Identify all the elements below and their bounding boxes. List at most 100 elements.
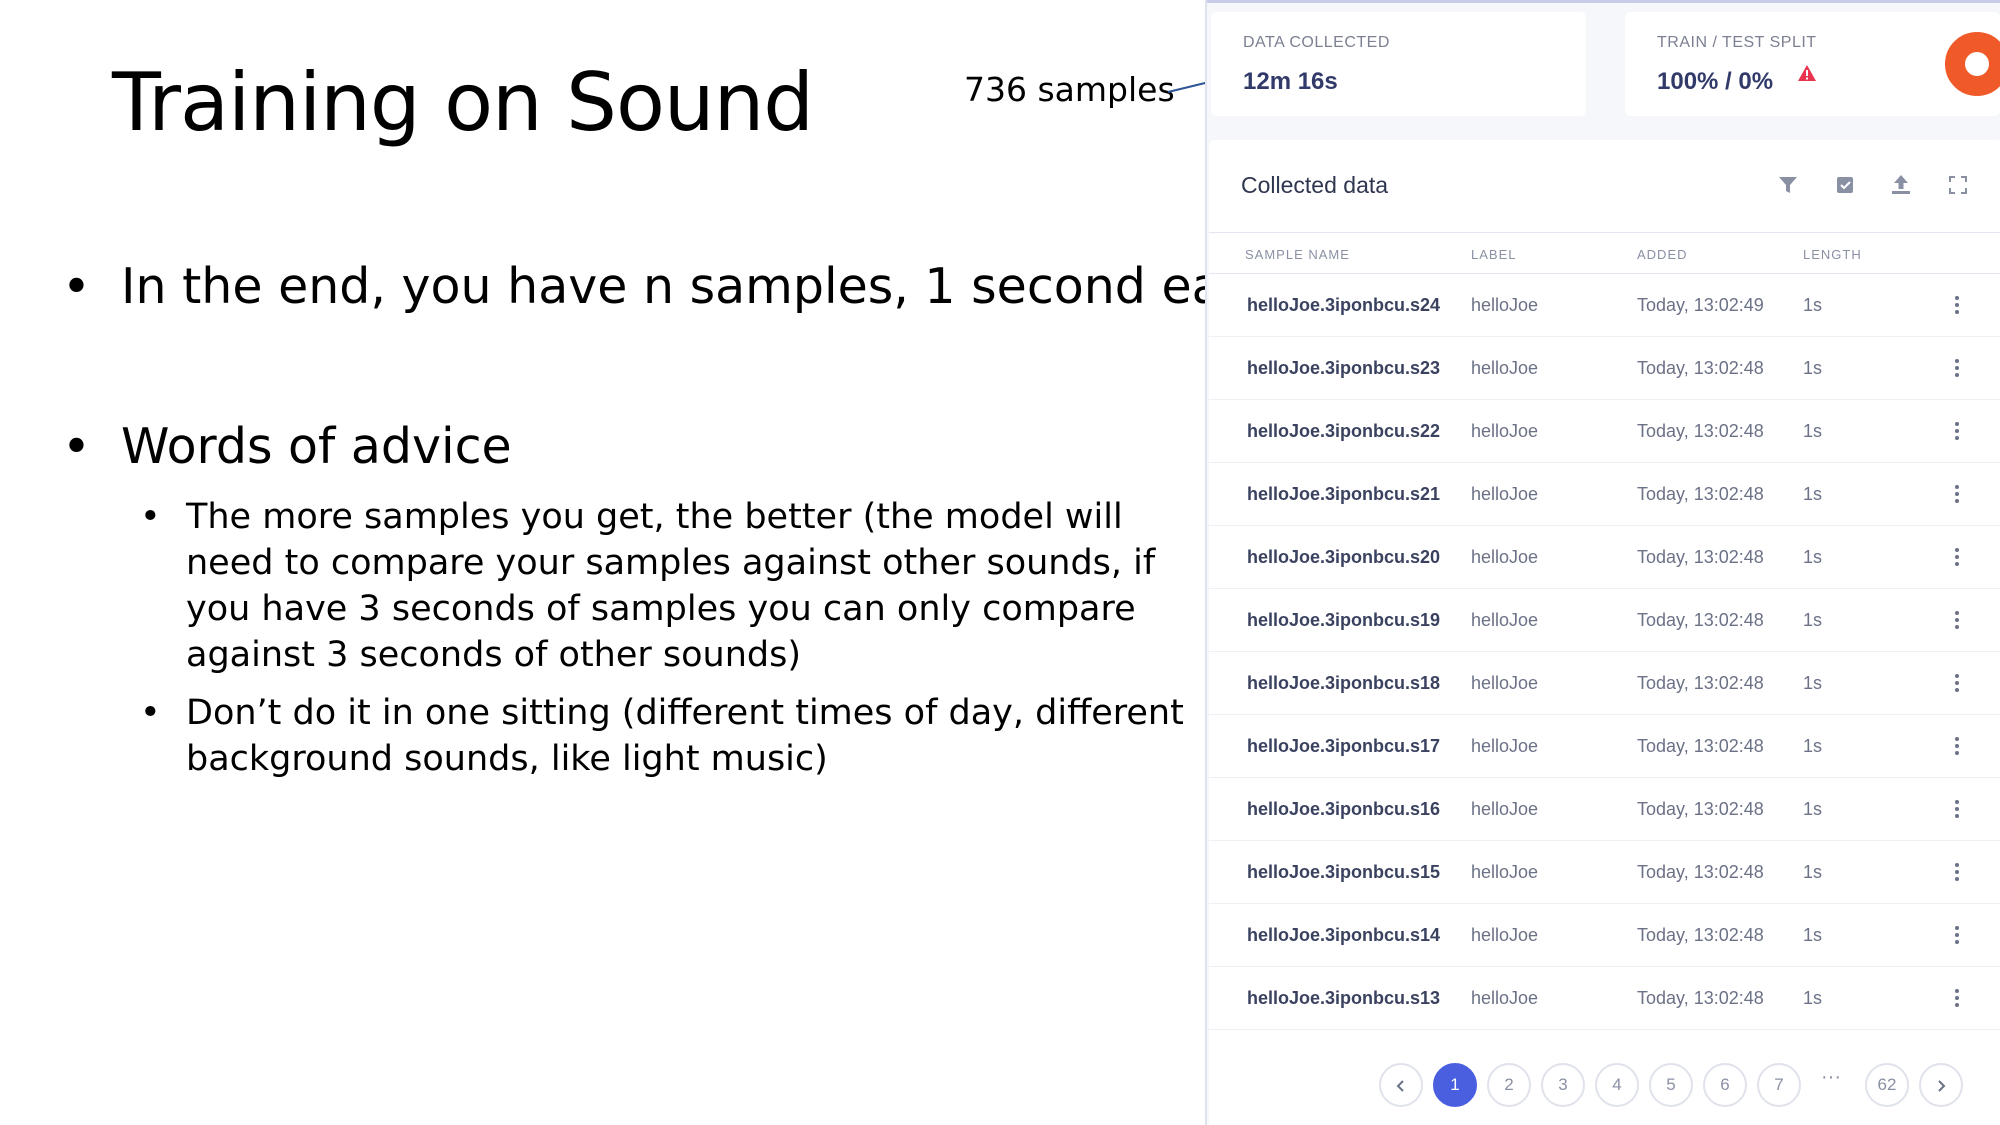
length-cell: 1s	[1803, 736, 1823, 756]
table-row[interactable]: helloJoe.3iponbcu.s21 helloJoe Today, 13…	[1209, 463, 2000, 527]
length-cell: 1s	[1803, 421, 1823, 441]
data-collected-value: 12m 16s	[1243, 68, 1338, 95]
label-cell: helloJoe	[1471, 925, 1539, 945]
next-page-button[interactable]	[1919, 1063, 1963, 1107]
label-cell: helloJoe	[1471, 673, 1539, 693]
filter-icon[interactable]	[1775, 172, 1801, 198]
table-row[interactable]: helloJoe.3iponbcu.s18 helloJoe Today, 13…	[1209, 652, 2000, 716]
more-options-icon[interactable]	[1947, 860, 1967, 884]
column-added[interactable]: ADDED	[1637, 247, 1688, 262]
sample-name-cell[interactable]: helloJoe.3iponbcu.s16	[1247, 778, 1440, 840]
data-collected-card: DATA COLLECTED 12m 16s	[1211, 12, 1586, 116]
bullet-marker: •	[140, 497, 161, 537]
added-cell: Today, 13:02:48	[1637, 358, 1764, 378]
column-label[interactable]: LABEL	[1471, 247, 1516, 262]
bullet-marker: •	[62, 258, 91, 315]
sample-name-cell[interactable]: helloJoe.3iponbcu.s14	[1247, 904, 1440, 966]
length-cell: 1s	[1803, 610, 1823, 630]
split-donut-icon	[1945, 32, 2000, 96]
column-sample-name[interactable]: SAMPLE NAME	[1245, 247, 1350, 262]
length-cell: 1s	[1803, 799, 1823, 819]
sample-name-cell[interactable]: helloJoe.3iponbcu.s24	[1247, 274, 1440, 336]
page-button-1[interactable]: 1	[1433, 1063, 1477, 1107]
more-options-icon[interactable]	[1947, 671, 1967, 695]
bullet-text: In the end, you have n samples, 1 second…	[121, 258, 1280, 315]
length-cell: 1s	[1803, 925, 1823, 945]
page-button-last[interactable]: 62	[1865, 1063, 1909, 1107]
length-cell: 1s	[1803, 862, 1823, 882]
expand-icon[interactable]	[1945, 172, 1971, 198]
label-cell: helloJoe	[1471, 484, 1539, 504]
label-cell: helloJoe	[1471, 421, 1539, 441]
samples-callout: 736 samples	[964, 70, 1175, 109]
table-row[interactable]: helloJoe.3iponbcu.s24 helloJoe Today, 13…	[1209, 274, 2000, 338]
length-cell: 1s	[1803, 547, 1823, 567]
more-options-icon[interactable]	[1947, 356, 1967, 380]
more-options-icon[interactable]	[1947, 545, 1967, 569]
upload-icon[interactable]	[1888, 172, 1914, 198]
page-button-2[interactable]: 2	[1487, 1063, 1531, 1107]
sample-name-cell[interactable]: helloJoe.3iponbcu.s15	[1247, 841, 1440, 903]
more-options-icon[interactable]	[1947, 986, 1967, 1010]
more-options-icon[interactable]	[1947, 608, 1967, 632]
added-cell: Today, 13:02:48	[1637, 925, 1764, 945]
sample-name-cell[interactable]: helloJoe.3iponbcu.s17	[1247, 715, 1440, 777]
table-row[interactable]: helloJoe.3iponbcu.s15 helloJoe Today, 13…	[1209, 841, 2000, 905]
slide-title: Training on Sound	[112, 56, 814, 149]
column-length[interactable]: LENGTH	[1803, 247, 1862, 262]
added-cell: Today, 13:02:48	[1637, 736, 1764, 756]
page-button-6[interactable]: 6	[1703, 1063, 1747, 1107]
table-row[interactable]: helloJoe.3iponbcu.s20 helloJoe Today, 13…	[1209, 526, 2000, 590]
sample-name-cell[interactable]: helloJoe.3iponbcu.s18	[1247, 652, 1440, 714]
bullet-marker: •	[140, 693, 161, 733]
table-row[interactable]: helloJoe.3iponbcu.s23 helloJoe Today, 13…	[1209, 337, 2000, 401]
more-options-icon[interactable]	[1947, 923, 1967, 947]
more-options-icon[interactable]	[1947, 734, 1967, 758]
page-button-4[interactable]: 4	[1595, 1063, 1639, 1107]
added-cell: Today, 13:02:48	[1637, 862, 1764, 882]
sample-name-cell[interactable]: helloJoe.3iponbcu.s19	[1247, 589, 1440, 651]
sample-name-cell[interactable]: helloJoe.3iponbcu.s20	[1247, 526, 1440, 588]
label-cell: helloJoe	[1471, 547, 1539, 567]
table-row[interactable]: helloJoe.3iponbcu.s17 helloJoe Today, 13…	[1209, 715, 2000, 779]
chevron-right-icon	[1938, 1079, 1946, 1092]
chevron-left-icon	[1396, 1079, 1404, 1092]
table-row[interactable]: helloJoe.3iponbcu.s19 helloJoe Today, 13…	[1209, 589, 2000, 653]
more-options-icon[interactable]	[1947, 482, 1967, 506]
check-square-icon[interactable]	[1832, 172, 1858, 198]
page-button-7[interactable]: 7	[1757, 1063, 1801, 1107]
sample-name-cell[interactable]: helloJoe.3iponbcu.s21	[1247, 463, 1440, 525]
added-cell: Today, 13:02:48	[1637, 673, 1764, 693]
more-options-icon[interactable]	[1947, 797, 1967, 821]
added-cell: Today, 13:02:48	[1637, 799, 1764, 819]
length-cell: 1s	[1803, 358, 1823, 378]
more-options-icon[interactable]	[1947, 293, 1967, 317]
sample-name-cell[interactable]: helloJoe.3iponbcu.s13	[1247, 967, 1440, 1029]
page-button-3[interactable]: 3	[1541, 1063, 1585, 1107]
page-button-5[interactable]: 5	[1649, 1063, 1693, 1107]
label-cell: helloJoe	[1471, 862, 1539, 882]
table-row[interactable]: helloJoe.3iponbcu.s14 helloJoe Today, 13…	[1209, 904, 2000, 968]
more-options-icon[interactable]	[1947, 419, 1967, 443]
sample-name-cell[interactable]: helloJoe.3iponbcu.s22	[1247, 400, 1440, 462]
bullet-marker: •	[62, 418, 91, 475]
label-cell: helloJoe	[1471, 295, 1539, 315]
collected-data-title: Collected data	[1241, 172, 1389, 198]
sample-name-cell[interactable]: helloJoe.3iponbcu.s23	[1247, 337, 1440, 399]
length-cell: 1s	[1803, 673, 1823, 693]
label-cell: helloJoe	[1471, 736, 1539, 756]
added-cell: Today, 13:02:48	[1637, 547, 1764, 567]
table-row[interactable]: helloJoe.3iponbcu.s16 helloJoe Today, 13…	[1209, 778, 2000, 842]
bullet-text: Words of advice	[121, 418, 512, 475]
table-row[interactable]: helloJoe.3iponbcu.s13 helloJoe Today, 13…	[1209, 967, 2000, 1031]
prev-page-button[interactable]	[1379, 1063, 1423, 1107]
label-cell: helloJoe	[1471, 799, 1539, 819]
split-label: TRAIN / TEST SPLIT	[1657, 34, 1817, 51]
label-cell: helloJoe	[1471, 988, 1539, 1008]
table-row[interactable]: helloJoe.3iponbcu.s22 helloJoe Today, 13…	[1209, 400, 2000, 464]
length-cell: 1s	[1803, 295, 1823, 315]
added-cell: Today, 13:02:48	[1637, 988, 1764, 1008]
warning-icon[interactable]	[1797, 64, 1817, 82]
added-cell: Today, 13:02:48	[1637, 421, 1764, 441]
added-cell: Today, 13:02:48	[1637, 610, 1764, 630]
